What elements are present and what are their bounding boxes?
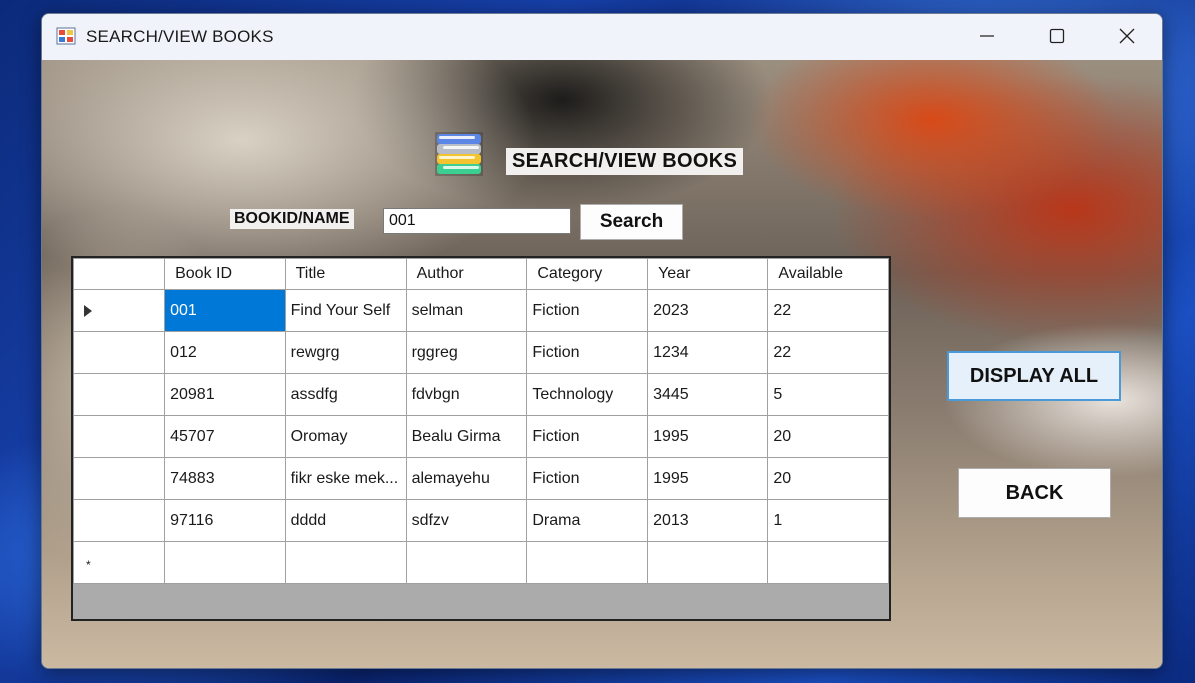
column-header-author[interactable]: Author <box>405 258 528 290</box>
column-header-available[interactable]: Available <box>767 258 889 290</box>
cell-title[interactable]: fikr eske mek... <box>284 457 407 500</box>
cell-book-id[interactable]: 012 <box>164 331 286 374</box>
form-heading: SEARCH/VIEW BOOKS <box>506 148 744 175</box>
title-bar[interactable]: SEARCH/VIEW BOOKS <box>42 14 1162 60</box>
maximize-icon <box>1049 28 1065 44</box>
row-header[interactable] <box>73 373 166 416</box>
cell-category[interactable]: Technology <box>526 373 649 416</box>
table-row[interactable]: 45707 Oromay Bealu Girma Fiction 1995 20 <box>73 415 889 458</box>
cell-year[interactable]: 3445 <box>647 373 769 416</box>
app-icon <box>56 27 76 45</box>
cell-author[interactable]: Bealu Girma <box>405 415 528 458</box>
cell-available[interactable]: 20 <box>767 457 889 500</box>
cell-year[interactable]: 1995 <box>647 457 769 500</box>
cell-author[interactable]: alemayehu <box>405 457 528 500</box>
cell-available[interactable]: 20 <box>767 415 889 458</box>
row-header[interactable] <box>73 331 166 374</box>
cell-category[interactable]: Fiction <box>526 289 649 332</box>
cell-year[interactable] <box>647 541 769 584</box>
maximize-button[interactable] <box>1022 14 1092 58</box>
new-row[interactable]: * <box>73 541 889 584</box>
cell-author[interactable]: rggreg <box>405 331 528 374</box>
close-icon <box>1119 28 1135 44</box>
cell-year[interactable]: 1234 <box>647 331 769 374</box>
column-header-book-id[interactable]: Book ID <box>164 258 286 290</box>
table-row[interactable]: 97116 dddd sdfzv Drama 2013 1 <box>73 499 889 542</box>
search-input[interactable] <box>383 208 571 234</box>
table-row[interactable]: 001 Find Your Self selman Fiction 2023 2… <box>73 289 889 332</box>
row-header[interactable]: * <box>73 541 166 584</box>
cell-book-id[interactable]: 97116 <box>164 499 286 542</box>
cell-year[interactable]: 2013 <box>647 499 769 542</box>
column-header-category[interactable]: Category <box>526 258 649 290</box>
cell-title[interactable]: assdfg <box>284 373 407 416</box>
cell-book-id[interactable] <box>164 541 286 584</box>
window-title: SEARCH/VIEW BOOKS <box>86 27 274 46</box>
cell-available[interactable]: 5 <box>767 373 889 416</box>
cell-title[interactable]: rewgrg <box>284 331 407 374</box>
cell-available[interactable]: 1 <box>767 499 889 542</box>
cell-book-id[interactable]: 45707 <box>164 415 286 458</box>
column-header-title[interactable]: Title <box>284 258 407 290</box>
minimize-button[interactable] <box>952 14 1022 58</box>
cell-title[interactable]: Find Your Self <box>284 289 407 332</box>
cell-book-id[interactable]: 20981 <box>164 373 286 416</box>
cell-book-id[interactable]: 74883 <box>164 457 286 500</box>
cell-category[interactable]: Fiction <box>526 331 649 374</box>
cell-available[interactable] <box>767 541 889 584</box>
bookid-name-label: BOOKID/NAME <box>230 209 354 229</box>
cell-category[interactable] <box>526 541 649 584</box>
cell-author[interactable] <box>405 541 528 584</box>
cell-author[interactable]: sdfzv <box>405 499 528 542</box>
display-all-button[interactable]: DISPLAY ALL <box>947 351 1121 401</box>
cell-category[interactable]: Fiction <box>526 457 649 500</box>
cell-year[interactable]: 2023 <box>647 289 769 332</box>
books-data-grid[interactable]: Book ID Title Author Category Year Avail… <box>71 256 891 621</box>
row-header[interactable] <box>73 289 166 332</box>
search-button[interactable]: Search <box>580 204 683 240</box>
cell-author[interactable]: fdvbgn <box>405 373 528 416</box>
cell-available[interactable]: 22 <box>767 289 889 332</box>
header-row: Book ID Title Author Category Year Avail… <box>73 258 889 290</box>
minimize-icon <box>980 35 994 37</box>
row-header[interactable] <box>73 415 166 458</box>
corner-header[interactable] <box>73 258 166 290</box>
row-header[interactable] <box>73 457 166 500</box>
table-row[interactable]: 012 rewgrg rggreg Fiction 1234 22 <box>73 331 889 374</box>
table-row[interactable]: 20981 assdfg fdvbgn Technology 3445 5 <box>73 373 889 416</box>
books-table: Book ID Title Author Category Year Avail… <box>73 258 889 584</box>
form-client-area: SEARCH/VIEW BOOKS BOOKID/NAME Search Boo… <box>42 60 1162 668</box>
app-window: SEARCH/VIEW BOOKS SEARCH/VIEW BOOKS BOOK… <box>41 13 1163 669</box>
cell-book-id[interactable]: 001 <box>164 289 286 332</box>
table-row[interactable]: 74883 fikr eske mek... alemayehu Fiction… <box>73 457 889 500</box>
new-row-marker: * <box>86 558 91 572</box>
cell-title[interactable]: dddd <box>284 499 407 542</box>
cell-year[interactable]: 1995 <box>647 415 769 458</box>
cell-author[interactable]: selman <box>405 289 528 332</box>
cell-title[interactable]: Oromay <box>284 415 407 458</box>
current-row-arrow-icon <box>84 305 92 317</box>
cell-available[interactable]: 22 <box>767 331 889 374</box>
books-icon <box>435 132 483 176</box>
close-button[interactable] <box>1092 14 1162 58</box>
cell-category[interactable]: Fiction <box>526 415 649 458</box>
row-header[interactable] <box>73 499 166 542</box>
column-header-year[interactable]: Year <box>647 258 769 290</box>
back-button[interactable]: BACK <box>958 468 1111 518</box>
cell-title[interactable] <box>284 541 407 584</box>
cell-category[interactable]: Drama <box>526 499 649 542</box>
